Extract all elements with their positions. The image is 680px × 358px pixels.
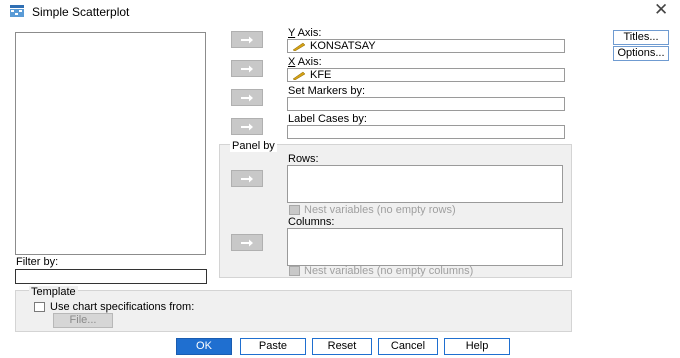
scatterplot-app-icon (10, 5, 24, 17)
scale-measure-icon (292, 42, 306, 51)
file-button[interactable]: File... (53, 313, 113, 328)
arrow-right-icon (241, 175, 253, 182)
label-cases-label: Label Cases by: (288, 113, 367, 125)
template-title: Template (29, 286, 78, 298)
move-to-rows-button[interactable] (231, 170, 263, 187)
filter-by-label: Filter by: (16, 256, 59, 268)
arrow-right-icon (241, 123, 253, 130)
use-chart-spec-label: Use chart specifications from: (50, 301, 195, 313)
arrow-right-icon (241, 65, 253, 72)
reset-button[interactable]: Reset (312, 338, 372, 355)
x-axis-label: X Axis: (288, 56, 322, 68)
y-axis-value: KONSATSAY (310, 40, 376, 52)
panel-by-title: Panel by (230, 140, 277, 152)
arrow-right-icon (241, 94, 253, 101)
move-to-x-axis-button[interactable] (231, 60, 263, 77)
set-markers-label: Set Markers by: (288, 85, 366, 97)
set-markers-field[interactable] (287, 97, 565, 111)
nest-columns-checkbox[interactable] (289, 266, 300, 276)
arrow-right-icon (241, 239, 253, 246)
nest-rows-checkbox[interactable] (289, 205, 300, 215)
options-button[interactable]: Options... (613, 46, 669, 61)
filter-by-field[interactable] (15, 269, 207, 284)
arrow-right-icon (241, 36, 253, 43)
label-cases-field[interactable] (287, 125, 565, 139)
close-icon[interactable]: ✕ (654, 1, 668, 19)
nest-rows-label: Nest variables (no empty rows) (304, 204, 456, 216)
title-bar: Simple Scatterplot ✕ (0, 0, 680, 22)
x-axis-value: KFE (310, 69, 332, 81)
rows-list[interactable] (287, 165, 563, 203)
paste-button[interactable]: Paste (240, 338, 306, 355)
help-button[interactable]: Help (444, 338, 510, 355)
move-to-columns-button[interactable] (231, 234, 263, 251)
x-axis-field[interactable]: KFE (287, 68, 565, 82)
rows-label: Rows: (288, 153, 319, 165)
move-to-label-cases-button[interactable] (231, 118, 263, 135)
ok-button[interactable]: OK (176, 338, 232, 355)
titles-button[interactable]: Titles... (613, 30, 669, 45)
source-variable-list[interactable] (15, 32, 206, 255)
y-axis-field[interactable]: KONSATSAY (287, 39, 565, 53)
use-chart-spec-checkbox[interactable] (34, 302, 45, 312)
scale-measure-icon (292, 71, 306, 80)
columns-list[interactable] (287, 228, 563, 266)
cancel-button[interactable]: Cancel (378, 338, 438, 355)
y-axis-label: Y Axis: (288, 27, 322, 39)
move-to-set-markers-button[interactable] (231, 89, 263, 106)
columns-label: Columns: (288, 216, 335, 228)
nest-columns-label: Nest variables (no empty columns) (304, 265, 474, 277)
window-title: Simple Scatterplot (32, 5, 130, 19)
move-to-y-axis-button[interactable] (231, 31, 263, 48)
